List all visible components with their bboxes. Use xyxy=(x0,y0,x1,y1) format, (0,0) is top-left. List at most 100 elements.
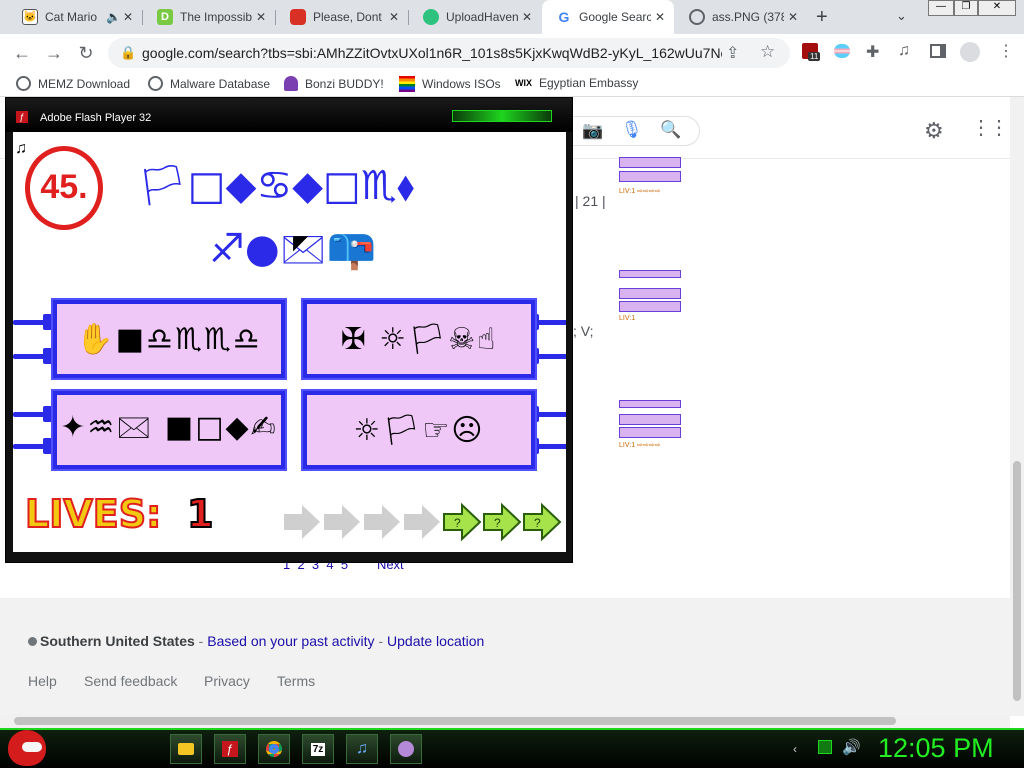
reload-button[interactable]: ↻ xyxy=(74,41,98,65)
speaker-icon[interactable]: 🔈 xyxy=(106,10,121,24)
media-control-icon[interactable]: ♫ xyxy=(898,42,910,60)
search-box[interactable]: 📷 🎙 🔍 xyxy=(560,116,700,146)
url-text[interactable]: google.com/search?tbs=sbi:AMhZZitOvtxUXo… xyxy=(142,45,722,61)
side-panel-icon[interactable] xyxy=(930,44,946,58)
chrome-icon[interactable] xyxy=(258,734,290,764)
share-icon[interactable]: ⇪ xyxy=(726,43,739,63)
close-icon[interactable]: ✕ xyxy=(386,9,402,25)
tab-please-dont[interactable]: Please, Dont ✕ xyxy=(276,0,408,34)
mouse-cursor-icon: ◤ xyxy=(293,232,309,254)
start-angry-bird-icon[interactable] xyxy=(8,730,46,766)
footer-terms-link[interactable]: Terms xyxy=(277,673,315,689)
music-icon[interactable]: ♫ xyxy=(346,734,378,764)
back-button[interactable]: ← xyxy=(10,41,34,65)
extension-flag-icon[interactable] xyxy=(834,44,850,58)
answer-option-1[interactable]: ✋■♎♏♏♎ xyxy=(51,298,287,380)
footer-privacy-link[interactable]: Privacy xyxy=(204,673,250,689)
question-text-line1: 🏳□◆♋◆□♏⬧ xyxy=(137,163,415,209)
tab-google-search[interactable]: G Google Search ✕ xyxy=(542,0,674,34)
used-skip-arrow xyxy=(364,505,400,539)
maximize-button[interactable]: ❐ xyxy=(954,0,978,16)
bookmark-malware-db[interactable]: Malware Database xyxy=(148,76,270,91)
tab-search-button[interactable]: ⌄ xyxy=(896,8,907,24)
7zip-icon[interactable]: 7z xyxy=(302,734,334,764)
result-snippet: ; V; xyxy=(573,323,594,339)
tab-uploadhaven[interactable]: UploadHaven ✕ xyxy=(409,0,541,34)
new-tab-button[interactable]: + xyxy=(816,6,828,29)
vertical-scrollbar[interactable] xyxy=(1010,97,1024,716)
rainbow-flag-icon xyxy=(399,76,415,92)
location-name: Southern United States xyxy=(40,633,195,649)
footer-feedback-link[interactable]: Send feedback xyxy=(84,673,177,689)
svg-text:?: ? xyxy=(454,516,461,530)
extensions-puzzle-icon[interactable]: ✚ xyxy=(866,42,879,62)
extension-ublock-icon[interactable]: 11 xyxy=(802,43,821,61)
tab-title: The Impossible Quiz xyxy=(180,10,252,24)
flash-icon[interactable]: ƒ xyxy=(214,734,246,764)
used-skip-arrow xyxy=(404,505,440,539)
close-icon[interactable]: ✕ xyxy=(120,9,136,25)
taskbar-clock[interactable]: 12:05 PM xyxy=(878,733,994,764)
horizontal-scrollbar[interactable] xyxy=(0,714,1010,728)
settings-gear-icon[interactable]: ⚙ xyxy=(924,118,944,144)
skip-arrow-button[interactable]: ? xyxy=(443,502,482,542)
bookmark-windows-isos[interactable]: Windows ISOs xyxy=(399,76,501,92)
scrollbar-thumb[interactable] xyxy=(1013,461,1021,701)
flash-game-area[interactable]: ♫ 45. 🏳□◆♋◆□♏⬧ ♐●🖂📪 ◤ ✋■♎♏♏♎ ✠ ☼🏳☠☝ ✦♒🖂 … xyxy=(13,132,566,552)
scrollbar-thumb[interactable] xyxy=(14,717,896,725)
flash-title: Adobe Flash Player 32 xyxy=(40,112,152,124)
bookmark-bonzi[interactable]: Bonzi BUDDY! xyxy=(284,76,384,91)
search-icon[interactable]: 🔍 xyxy=(660,120,681,140)
close-window-button[interactable]: ✕ xyxy=(978,0,1016,16)
question-number: 45. xyxy=(25,146,103,230)
location-past-activity-link[interactable]: Based on your past activity xyxy=(207,633,374,649)
answer-option-4[interactable]: ☼🏳☞☹ xyxy=(301,389,537,471)
bookmarks-bar: MEMZ Download Malware Database Bonzi BUD… xyxy=(0,71,1024,97)
result-thumbnail[interactable]: LIV:1 xyxy=(619,266,681,322)
profile-avatar[interactable] xyxy=(960,42,980,62)
tab-impossible-quiz[interactable]: D The Impossible Quiz ✕ xyxy=(143,0,275,34)
window-controls[interactable] xyxy=(452,110,552,122)
folder-icon[interactable] xyxy=(170,734,202,764)
close-icon[interactable]: ✕ xyxy=(652,9,668,25)
tab-ass-png[interactable]: ass.PNG (378 ✕ xyxy=(675,0,807,34)
location-dot-icon xyxy=(28,637,37,646)
globe-icon xyxy=(16,76,31,91)
answer-option-2[interactable]: ✠ ☼🏳☠☝ xyxy=(301,298,537,380)
chrome-menu-icon[interactable]: ⋮ xyxy=(998,41,1014,61)
address-bar[interactable]: 🔒 google.com/search?tbs=sbi:AMhZZitOvtxU… xyxy=(108,38,790,68)
flash-title-bar[interactable]: ƒ Adobe Flash Player 32 xyxy=(6,98,572,132)
tab-title: Cat Mario xyxy=(45,10,98,24)
volume-icon[interactable]: 🔊 xyxy=(842,738,861,756)
camera-icon[interactable]: 📷 xyxy=(582,121,603,141)
minimize-button[interactable]: — xyxy=(928,0,954,16)
svg-text:?: ? xyxy=(494,516,501,530)
bookmark-star-icon[interactable]: ☆ xyxy=(760,42,775,62)
tab-title: ass.PNG (378 xyxy=(712,10,784,24)
flash-player-window[interactable]: ƒ Adobe Flash Player 32 ♫ 45. 🏳□◆♋◆□♏⬧ ♐… xyxy=(5,97,573,563)
skip-arrow-button[interactable]: ? xyxy=(523,502,562,542)
bookmark-egyptian-embassy[interactable]: WIX Egyptian Embassy xyxy=(515,76,638,90)
footer-help-link[interactable]: Help xyxy=(28,673,57,689)
cloud-icon xyxy=(423,9,439,25)
forward-button[interactable]: → xyxy=(42,41,66,65)
microphone-icon[interactable]: 🎙 xyxy=(621,120,643,140)
close-icon[interactable]: ✕ xyxy=(253,9,269,25)
update-location-link[interactable]: Update location xyxy=(387,633,484,649)
result-thumbnail[interactable]: LIV:1 ⇨⇨⇨⇨ xyxy=(619,157,681,209)
result-thumbnail[interactable]: LIV:1 ⇨⇨⇨⇨ xyxy=(619,396,681,449)
tab-cat-mario[interactable]: 🐱 Cat Mario 🔈 ✕ xyxy=(8,0,142,34)
close-icon[interactable]: ✕ xyxy=(785,9,801,25)
svg-text:?: ? xyxy=(534,516,541,530)
lock-icon[interactable]: 🔒 xyxy=(120,45,136,61)
answer-option-3[interactable]: ✦♒🖂 ■□◆✍ xyxy=(51,389,287,471)
close-icon[interactable]: ✕ xyxy=(519,9,535,25)
skip-arrow-button[interactable]: ? xyxy=(483,502,522,542)
music-note-icon[interactable]: ♫ xyxy=(15,140,27,158)
bookmark-memz[interactable]: MEMZ Download xyxy=(16,76,130,91)
tray-app-icon[interactable] xyxy=(818,740,832,754)
bonzi-icon[interactable] xyxy=(390,734,422,764)
flash-logo-icon: ƒ xyxy=(16,111,28,123)
tray-expand-icon[interactable]: ‹ xyxy=(793,742,797,756)
tab-title: Google Search xyxy=(579,10,651,24)
